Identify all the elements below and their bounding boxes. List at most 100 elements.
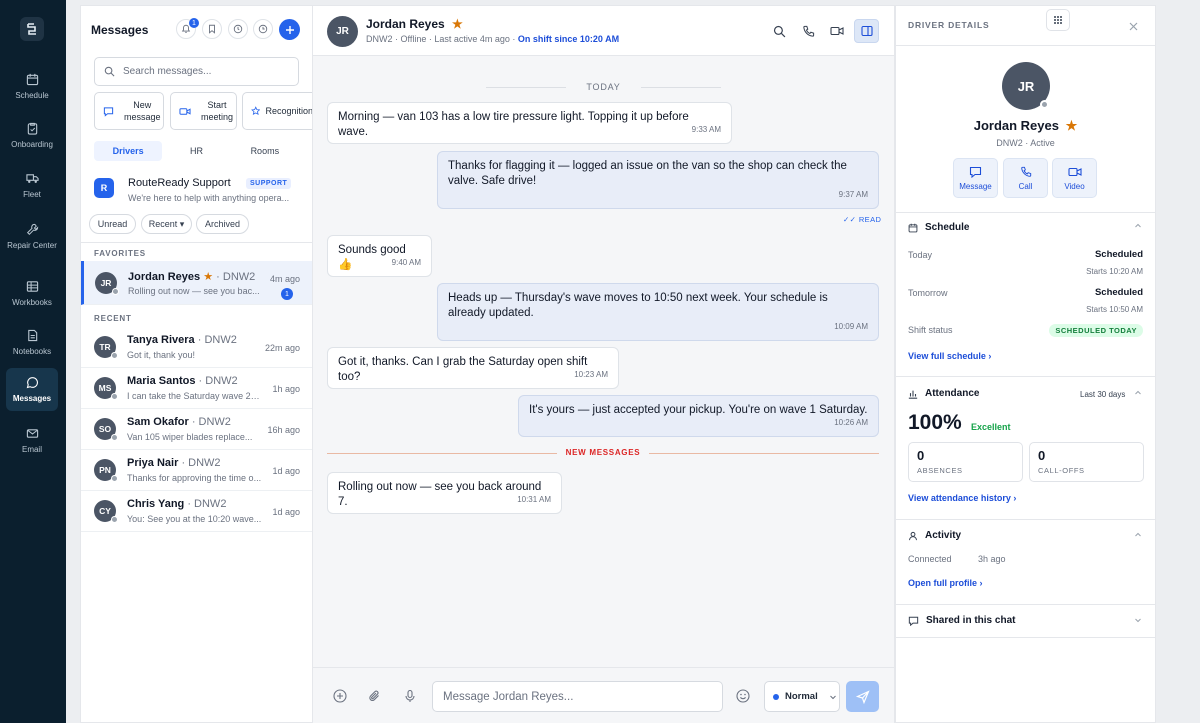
table-icon [26,280,38,292]
priority-select[interactable]: Normal [764,681,840,712]
phone-icon [802,25,814,37]
close-details-button[interactable] [1125,18,1141,34]
attendance-section-header[interactable]: Attendance [908,388,979,399]
filter-unread[interactable]: Unread [89,214,136,234]
nav-fleet[interactable]: Fleet [6,163,58,207]
nav-label: Schedule [15,90,49,100]
message-time: 9:37 AM [838,190,868,199]
view-attendance-history-link[interactable]: View attendance history › [908,493,1016,503]
nav-workbooks[interactable]: Workbooks [6,271,58,315]
avatar-initials: MS [98,383,112,393]
tab-hr[interactable]: HR [162,141,230,161]
avatar: PN [94,459,118,482]
conversation-name: Tanya Rivera · DNW2 [127,334,237,346]
activity-section-header[interactable]: Activity [908,530,961,541]
add-attachment-button[interactable] [332,688,348,704]
message-action-button[interactable]: Message [953,158,998,198]
chevron-up-icon[interactable] [1134,389,1142,397]
nav-schedule[interactable]: Schedule [6,64,58,108]
saved-button[interactable] [202,19,222,39]
message-input[interactable] [432,681,723,712]
new-message-button[interactable]: New message [94,92,164,130]
message-time: 10:26 AM [834,418,868,427]
presence-dot [111,352,118,359]
chevron-up-icon[interactable] [1134,531,1142,539]
support-conversation[interactable]: R RouteReady Support SUPPORT We're here … [94,176,299,206]
contact-name: Sam Okafor [127,416,189,428]
start-meeting-button[interactable]: Start meeting [170,92,237,130]
chat-name-text: Jordan Reyes [366,17,445,31]
search-input[interactable] [123,66,293,77]
grid-dots-icon [1054,16,1062,24]
chevron-up-icon[interactable] [1134,222,1142,230]
contact-name: Maria Santos [127,375,196,387]
tab-drivers[interactable]: Drivers [94,141,163,161]
emoji-button[interactable] [735,688,751,704]
conversation-tanya-rivera[interactable]: TR Tanya Rivera · DNW2 Got it, thank you… [81,327,312,368]
voice-message-button[interactable] [402,688,418,704]
new-conversation-button[interactable] [279,19,300,40]
tomorrow-start: Starts 10:50 AM [1086,305,1143,314]
favorite-star-icon[interactable]: ★ [1066,118,1078,133]
tab-rooms[interactable]: Rooms [231,141,299,161]
app-logo[interactable] [20,17,44,41]
avatar: CY [94,500,118,523]
microphone-icon [405,689,415,702]
presence-dot [111,434,118,441]
qa-label-line: New [133,100,152,110]
chevron-down-icon[interactable] [1134,616,1142,624]
recognition-button[interactable]: Recognition [242,92,313,130]
conversation-preview: I can take the Saturday wave 2 i... [127,391,262,401]
view-full-schedule-link[interactable]: View full schedule › [908,351,991,361]
conversation-maria-santos[interactable]: MS Maria Santos · DNW2 I can take the Sa… [81,368,312,409]
logo-icon [27,23,36,35]
history-button[interactable] [253,19,273,39]
conversation-preview: Thanks for approving the time o... [127,473,262,483]
nav-messages[interactable]: Messages [6,368,58,411]
message-text: Thanks for flagging it — logged an issue… [448,160,847,187]
message-incoming: Got it, thanks. Can I grab the Saturday … [327,347,619,389]
open-full-profile-link[interactable]: Open full profile › [908,578,983,588]
conversation-chris-yang[interactable]: CY Chris Yang · DNW2 You: See you at the… [81,491,312,532]
contact-org: · DNW2 [191,416,231,428]
toggle-details-button[interactable] [854,19,879,43]
nav-notebooks[interactable]: Notebooks [6,320,58,364]
qa-label: New message [124,99,161,123]
nav-email[interactable]: Email [6,418,58,462]
avatar-initials: TR [99,342,111,352]
video-action-button[interactable]: Video [1052,158,1097,198]
conversation-preview: Rolling out now — see you bac... [128,286,260,296]
conversation-sam-okafor[interactable]: SO Sam Okafor · DNW2 Van 105 wiper blade… [81,409,312,450]
driver-subtitle: DNW2 · Active [996,138,1055,148]
filter-archived[interactable]: Archived [196,214,249,234]
chat-status: DNW2 · Offline · Last active 4m ago · On… [366,34,619,44]
shared-section-header[interactable]: Shared in this chat [908,615,1015,626]
favorite-star-icon[interactable]: ★ [452,17,463,31]
support-avatar: R [94,178,114,198]
search-chat-button[interactable] [768,20,790,42]
details-title: DRIVER DETAILS [908,20,990,30]
contact-name: Tanya Rivera [127,334,195,346]
filter-recent[interactable]: Recent ▾ [141,214,192,234]
divider [896,604,1155,605]
apps-grid-button[interactable] [1046,9,1070,31]
attendance-rating: Excellent [971,422,1011,432]
call-button[interactable] [797,20,819,42]
schedule-section-header[interactable]: Schedule [908,222,969,233]
driver-name: Jordan Reyes ★ [896,118,1155,134]
message-time: 10:09 AM [834,322,868,331]
nav-onboarding[interactable]: Onboarding [6,113,58,157]
message-time: 10:31 AM [517,495,551,504]
chat-avatar[interactable]: JR [327,16,358,47]
message-incoming: Morning — van 103 has a low tire pressur… [327,102,732,144]
call-action-button[interactable]: Call [1003,158,1048,198]
video-call-button[interactable] [826,20,848,42]
conversation-priya-nair[interactable]: PN Priya Nair · DNW2 Thanks for approvin… [81,450,312,491]
send-button[interactable] [846,681,879,712]
conversation-time: 1d ago [272,466,300,476]
nav-repair-center[interactable]: Repair Center [6,214,58,258]
conversation-jordan-reyes[interactable]: JR Jordan Reyes ★ · DNW2 Rolling out now… [81,261,312,305]
user-icon [909,531,917,540]
scheduled-button[interactable] [228,19,248,39]
attach-file-button[interactable] [367,688,383,704]
